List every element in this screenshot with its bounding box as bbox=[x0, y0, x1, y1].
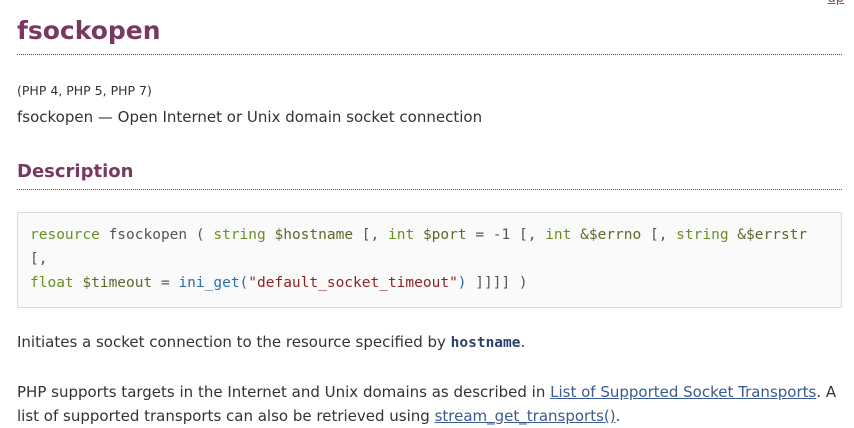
param-eq: = bbox=[160, 275, 170, 291]
default-fn: ini_get( bbox=[178, 275, 249, 291]
closing-brackets: ]]]] ) bbox=[475, 275, 528, 291]
optional-bracket: [, bbox=[361, 227, 380, 243]
param-type: string bbox=[676, 227, 729, 243]
method-synopsis: resource fsockopen ( string $hostname [,… bbox=[17, 212, 842, 308]
paragraph-targets: PHP supports targets in the Internet and… bbox=[17, 380, 842, 428]
return-type: resource bbox=[30, 227, 100, 243]
ref-purpose: fsockopen — Open Internet or Unix domain… bbox=[17, 108, 483, 126]
para-text: Initiates a socket connection to the res… bbox=[17, 333, 451, 351]
description-heading: Description bbox=[17, 161, 842, 190]
function-name: fsockopen bbox=[108, 227, 188, 243]
param-default: = -1 bbox=[475, 227, 511, 243]
para-text: . bbox=[615, 407, 621, 425]
param-var: &$errstr bbox=[737, 227, 808, 243]
paragraph-initiates: Initiates a socket connection to the res… bbox=[17, 330, 842, 355]
param-hostname: hostname bbox=[450, 335, 521, 351]
param-var: $hostname bbox=[274, 227, 354, 243]
version-info: (PHP 4, PHP 5, PHP 7) bbox=[17, 83, 152, 98]
main-content: fsockopen (PHP 4, PHP 5, PHP 7) fsockope… bbox=[17, 0, 842, 428]
optional-bracket: [, bbox=[518, 227, 537, 243]
para-text: PHP supports targets in the Internet and… bbox=[17, 383, 551, 401]
param-type: int bbox=[545, 227, 572, 243]
default-fn-close: ) bbox=[457, 275, 467, 291]
param-type: float bbox=[30, 275, 74, 291]
page-title: fsockopen bbox=[17, 0, 842, 55]
param-type: int bbox=[388, 227, 415, 243]
param-var: $timeout bbox=[82, 275, 153, 291]
param-var: &$errno bbox=[580, 227, 642, 243]
link-stream-get-transports[interactable]: stream_get_transports() bbox=[435, 407, 616, 425]
open-paren: ( bbox=[195, 227, 205, 243]
para-text: . bbox=[520, 333, 526, 351]
param-var: $port bbox=[422, 227, 467, 243]
param-type: string bbox=[213, 227, 266, 243]
default-string: "default_socket_timeout" bbox=[248, 275, 458, 291]
link-socket-transports[interactable]: List of Supported Socket Transports bbox=[550, 383, 816, 401]
optional-bracket: [, bbox=[649, 227, 668, 243]
optional-bracket: [, bbox=[30, 251, 48, 267]
